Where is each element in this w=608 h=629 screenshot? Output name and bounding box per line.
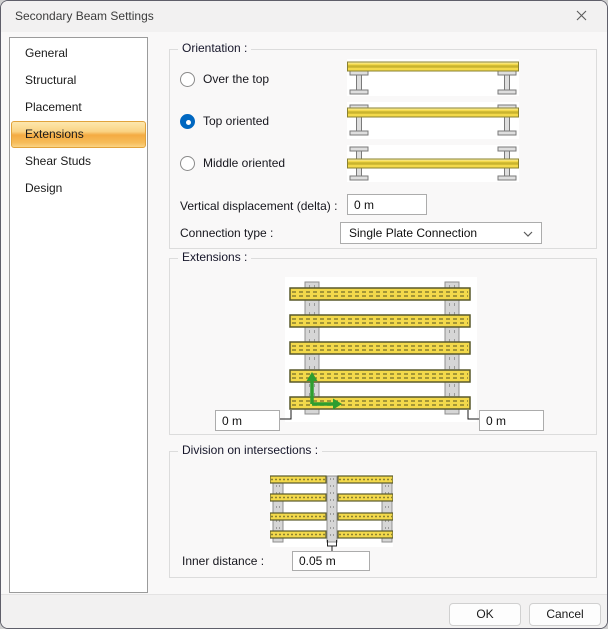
radio-label-middle-oriented: Middle oriented — [203, 156, 285, 170]
vertical-displacement-label: Vertical displacement (delta) : — [180, 195, 337, 217]
connection-type-value: Single Plate Connection — [349, 226, 477, 240]
close-button[interactable] — [564, 6, 598, 28]
extensions-diagram — [271, 277, 483, 428]
connection-type-label: Connection type : — [180, 222, 273, 244]
vertical-displacement-input[interactable] — [347, 194, 427, 215]
radio-label-top-oriented: Top oriented — [203, 114, 269, 128]
sidebar-item-general[interactable]: General — [11, 40, 146, 67]
extensions-group: Extensions : — [169, 258, 597, 435]
sidebar-item-placement[interactable]: Placement — [11, 94, 146, 121]
division-group: Division on intersections : — [169, 451, 597, 578]
extensions-group-label: Extensions : — [178, 250, 251, 264]
sidebar-item-structural[interactable]: Structural — [11, 67, 146, 94]
settings-nav: General Structural Placement Extensions … — [9, 37, 148, 593]
window-title: Secondary Beam Settings — [15, 9, 154, 23]
radio-row-over-the-top: Over the top — [180, 71, 269, 87]
ok-button[interactable]: OK — [449, 603, 521, 626]
orientation-group-label: Orientation : — [178, 41, 251, 55]
radio-label-over-the-top: Over the top — [203, 72, 269, 86]
inner-distance-input[interactable] — [292, 551, 370, 571]
secondary-beam-settings-dialog: Secondary Beam Settings General Structur… — [0, 0, 608, 629]
extension-right-input[interactable] — [479, 410, 544, 431]
radio-top-oriented[interactable] — [180, 114, 195, 129]
radio-row-top-oriented: Top oriented — [180, 113, 269, 129]
sidebar-item-extensions[interactable]: Extensions — [11, 121, 146, 148]
radio-middle-oriented[interactable] — [180, 156, 195, 171]
radio-row-middle-oriented: Middle oriented — [180, 155, 285, 171]
titlebar: Secondary Beam Settings — [1, 1, 607, 32]
close-icon — [576, 10, 587, 24]
top-oriented-diagram — [347, 102, 519, 142]
chevron-down-icon — [523, 226, 533, 240]
inner-distance-label: Inner distance : — [182, 551, 264, 572]
sidebar-item-shear-studs[interactable]: Shear Studs — [11, 148, 146, 175]
middle-oriented-diagram — [347, 145, 519, 185]
over-the-top-diagram — [347, 59, 519, 99]
cancel-button[interactable]: Cancel — [529, 603, 601, 626]
extension-left-input[interactable] — [215, 410, 280, 431]
sidebar-item-design[interactable]: Design — [11, 175, 146, 202]
orientation-group: Orientation : Over the top Top oriented … — [169, 49, 597, 249]
division-group-label: Division on intersections : — [178, 443, 322, 457]
radio-over-the-top[interactable] — [180, 72, 195, 87]
dialog-footer: OK Cancel — [1, 594, 607, 629]
connection-type-dropdown[interactable]: Single Plate Connection — [340, 222, 542, 244]
division-diagram — [270, 474, 393, 559]
